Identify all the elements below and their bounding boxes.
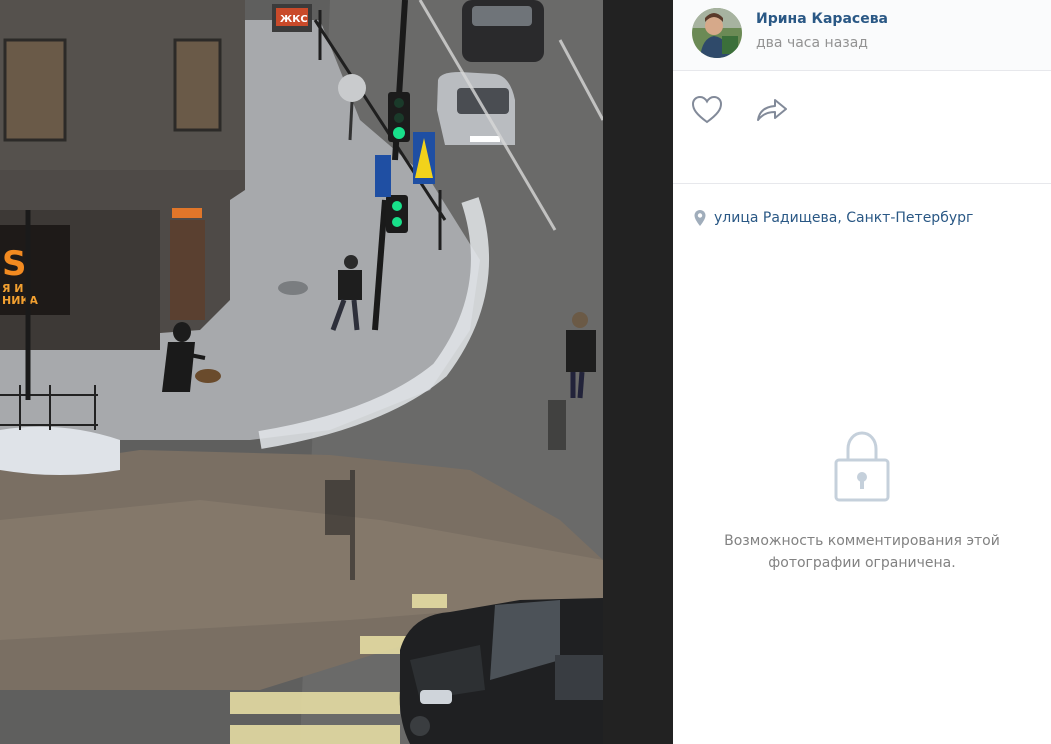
storefront-sign: S [2, 244, 27, 284]
heart-icon [691, 95, 723, 124]
location-pin-icon [694, 210, 706, 226]
car-black-top [462, 0, 544, 62]
car-silver [437, 72, 515, 145]
svg-text:НИКА: НИКА [2, 294, 38, 307]
location: улица Радищева, Санкт-Петербург [693, 209, 973, 227]
photo[interactable]: S Я И НИКА ЖКС [0, 0, 603, 744]
location-link[interactable]: улица Радищева, Санкт-Петербург [714, 210, 973, 226]
avatar[interactable] [692, 8, 742, 58]
share-button[interactable] [755, 95, 789, 125]
car-black-bottom [399, 598, 603, 744]
like-button[interactable] [691, 95, 723, 125]
actions-section: улица Радищева, Санкт-Петербург [673, 71, 1051, 226]
post-time[interactable]: два часа назад [756, 35, 868, 51]
side-panel: Ирина Карасева два часа назад улица Ради… [673, 0, 1051, 744]
comments-locked-notice: Возможность комментирования этой фотогра… [673, 430, 1051, 574]
viewer-gap [603, 0, 673, 744]
author-name[interactable]: Ирина Карасева [756, 11, 888, 27]
street-photo-image: S Я И НИКА ЖКС [0, 0, 603, 744]
lock-icon [834, 431, 890, 502]
comments-locked-text: Возможность комментирования этой фотогра… [724, 533, 1000, 571]
photo-viewer: S Я И НИКА ЖКС Ирина Карасева два часа н… [0, 0, 1051, 744]
author-header: Ирина Карасева два часа назад [673, 0, 1051, 71]
top-sign-text: ЖКС [280, 14, 308, 25]
avatar-image [692, 8, 742, 58]
share-arrow-icon [757, 99, 787, 121]
